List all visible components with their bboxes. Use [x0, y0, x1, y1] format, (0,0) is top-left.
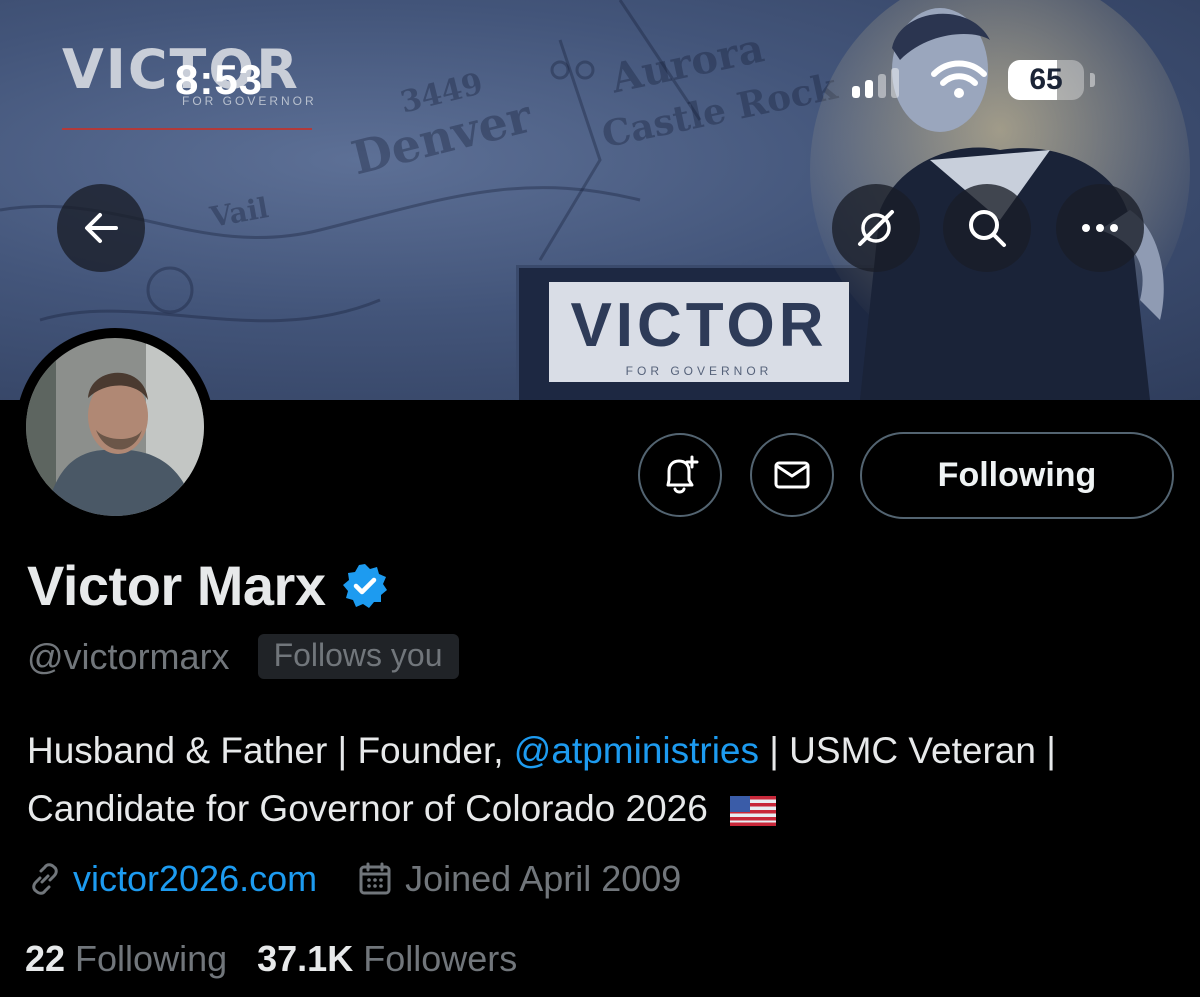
bio-text-part1: Husband & Father | Founder, [27, 730, 514, 771]
followers-label: Followers [363, 938, 518, 979]
bell-plus-icon [666, 455, 699, 494]
following-stat[interactable]: 22 Following [25, 938, 227, 980]
back-arrow-icon [85, 213, 118, 243]
verified-badge-icon[interactable] [341, 562, 389, 610]
follows-you-badge: Follows you [257, 634, 459, 679]
following-label: Following [75, 938, 228, 979]
following-button[interactable]: Following [860, 432, 1174, 519]
profile-avatar[interactable] [16, 328, 214, 526]
display-name: Victor Marx [27, 554, 326, 617]
grok-button[interactable] [832, 184, 920, 272]
battery-body: 65 [1008, 60, 1084, 100]
us-flag-icon [730, 796, 777, 827]
profile-bio: Husband & Father | Founder, @atpministri… [27, 722, 1177, 838]
avatar-image [26, 338, 204, 516]
grok-icon [858, 210, 894, 246]
banner-logo-stripe [62, 128, 312, 130]
joined-date: Joined April 2009 [405, 858, 682, 899]
wifi-icon [931, 60, 987, 98]
followers-count: 37.1K [257, 938, 354, 979]
battery-percent: 65 [1029, 63, 1063, 96]
envelope-icon [774, 461, 810, 489]
search-icon [969, 210, 1006, 247]
profile-meta-row: victor2026.com Joined April 2009 [27, 858, 681, 900]
followers-stat[interactable]: 37.1K Followers [257, 938, 517, 980]
link-icon [32, 863, 58, 895]
more-options-button[interactable] [1056, 184, 1144, 272]
calendar-icon [359, 862, 391, 895]
message-button[interactable] [750, 433, 834, 517]
profile-name-row: Victor Marx [27, 553, 389, 618]
following-count: 22 [25, 938, 66, 979]
back-button[interactable] [57, 184, 145, 272]
battery-icon: 65 [1008, 60, 1095, 100]
bio-mention-link[interactable]: @atpministries [514, 730, 759, 771]
website-link[interactable]: victor2026.com [73, 858, 317, 900]
battery-nub [1090, 73, 1095, 87]
follow-stats-row: 22 Following 37.1K Followers [25, 938, 517, 980]
handle-row: @victormarx Follows you [27, 634, 459, 679]
notifications-button[interactable] [638, 433, 722, 517]
profile-handle: @victormarx [27, 635, 230, 677]
search-button[interactable] [943, 184, 1031, 272]
more-icon [1082, 224, 1118, 232]
status-bar-time: 8:53 [175, 56, 264, 103]
cellular-signal-icon [852, 68, 902, 98]
